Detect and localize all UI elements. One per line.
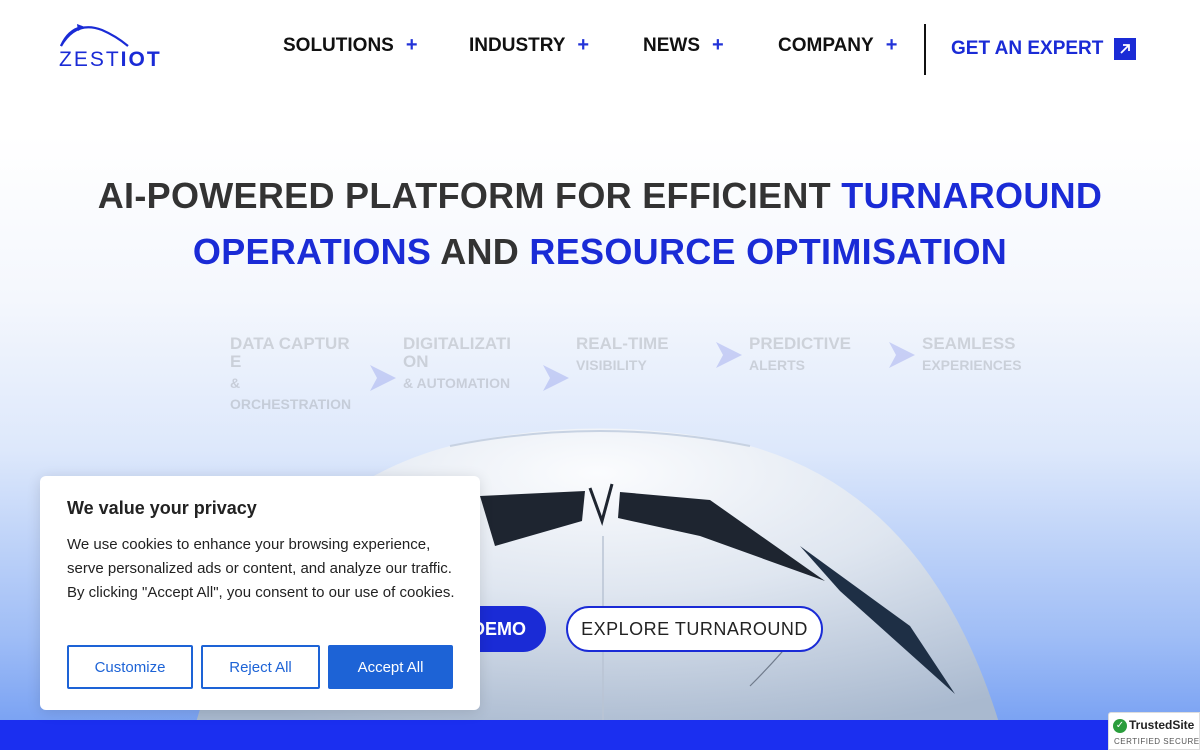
step-subtitle: EXPERIENCES bbox=[922, 357, 1022, 373]
step-title: REAL-TIME bbox=[576, 334, 669, 353]
hero-title-part2: AND bbox=[431, 231, 530, 272]
step-title: PREDICTIVE bbox=[749, 334, 852, 353]
reject-all-button[interactable]: Reject All bbox=[201, 645, 320, 689]
nav-item-solutions[interactable]: SOLUTIONS + bbox=[283, 34, 418, 57]
logo-bold-text: IOT bbox=[120, 48, 162, 71]
chevron-right-icon bbox=[370, 365, 396, 391]
hero-title-part1: AI-POWERED PLATFORM FOR EFFICIENT bbox=[97, 175, 842, 216]
step-subtitle: VISIBILITY bbox=[576, 357, 647, 373]
nav-item-company[interactable]: COMPANY + bbox=[778, 34, 897, 57]
logo-thin-text: ZEST bbox=[59, 48, 121, 71]
nav-item-label: COMPANY bbox=[778, 34, 874, 56]
step-title: DIGITALIZATION bbox=[403, 334, 511, 371]
zestiot-logo[interactable]: ZESTIOT bbox=[58, 22, 170, 72]
hero-title: AI-POWERED PLATFORM FOR EFFICIENT TURNAR… bbox=[60, 168, 1140, 280]
site-header: ZESTIOT SOLUTIONS + INDUSTRY + NEWS + CO… bbox=[0, 0, 1200, 100]
accept-all-button[interactable]: Accept All bbox=[328, 645, 453, 689]
plus-icon[interactable]: + bbox=[577, 34, 589, 57]
demo-button-label: DEMO bbox=[472, 618, 526, 639]
nav-item-label: NEWS bbox=[643, 34, 700, 56]
nav-item-news[interactable]: NEWS + bbox=[643, 34, 724, 57]
nav-divider bbox=[924, 24, 926, 75]
chevron-right-icon bbox=[716, 342, 742, 368]
step-real-time: REAL-TIME VISIBILITY bbox=[576, 335, 706, 376]
step-title: DATA CAPTURE bbox=[230, 334, 350, 371]
nav-item-label: INDUSTRY bbox=[469, 34, 566, 56]
chevron-right-icon bbox=[543, 365, 569, 391]
explore-turnaround-label: EXPLORE TURNAROUND bbox=[581, 618, 808, 639]
step-subtitle: ALERTS bbox=[749, 357, 805, 373]
customize-button[interactable]: Customize bbox=[67, 645, 193, 689]
cookie-body: We use cookies to enhance your browsing … bbox=[67, 536, 455, 601]
get-an-expert-label: GET AN EXPERT bbox=[951, 38, 1104, 59]
cookie-consent-dialog: We value your privacy We use cookies to … bbox=[40, 476, 480, 710]
plus-icon[interactable]: + bbox=[406, 34, 418, 57]
step-data-capture: DATA CAPTURE & ORCHESTRATION bbox=[230, 335, 360, 415]
logo-wordmark: ZESTIOT bbox=[59, 48, 162, 72]
plus-icon[interactable]: + bbox=[712, 34, 724, 57]
trustedsite-subtitle: CERTIFIED SECURE bbox=[1114, 737, 1200, 746]
nav-item-label: SOLUTIONS bbox=[283, 34, 394, 56]
hero-title-highlight-2: RESOURCE OPTIMISATION bbox=[529, 231, 1008, 272]
arrow-up-right-icon bbox=[1114, 38, 1137, 60]
step-seamless: SEAMLESS EXPERIENCES bbox=[922, 335, 1052, 376]
step-digitalization: DIGITALIZATION & AUTOMATION bbox=[403, 335, 521, 394]
plus-icon[interactable]: + bbox=[886, 34, 898, 57]
chevron-right-icon bbox=[889, 342, 915, 368]
check-icon: ✓ bbox=[1113, 719, 1127, 733]
process-steps: DATA CAPTURE & ORCHESTRATION DIGITALIZAT… bbox=[0, 335, 1200, 435]
step-subtitle: & AUTOMATION bbox=[403, 375, 511, 391]
trustedsite-name: TrustedSite bbox=[1129, 718, 1195, 732]
step-title: SEAMLESS bbox=[922, 334, 1016, 353]
get-an-expert-link[interactable]: GET AN EXPERT bbox=[951, 38, 1137, 60]
trustedsite-badge[interactable]: ✓ TrustedSite CERTIFIED SECURE bbox=[1108, 712, 1200, 750]
explore-turnaround-button[interactable]: EXPLORE TURNAROUND bbox=[566, 606, 823, 652]
step-predictive: PREDICTIVE ALERTS bbox=[749, 335, 879, 376]
nav-item-industry[interactable]: INDUSTRY + bbox=[469, 34, 589, 57]
step-subtitle: & ORCHESTRATION bbox=[230, 375, 352, 412]
footer-bar bbox=[0, 720, 1200, 750]
cookie-title: We value your privacy bbox=[67, 498, 257, 518]
